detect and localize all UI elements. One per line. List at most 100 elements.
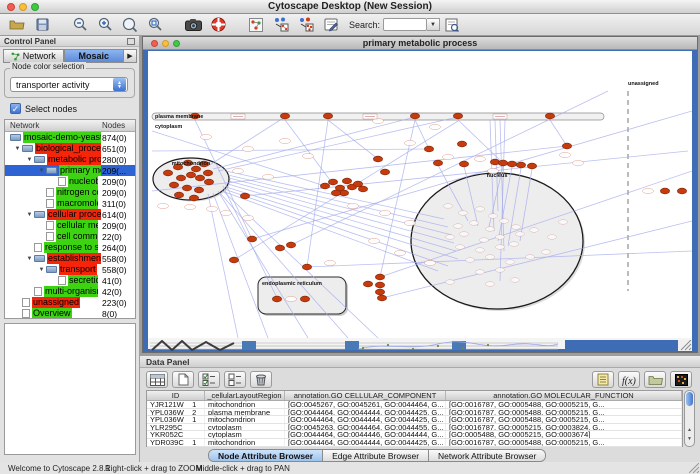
scroll-down-arrow[interactable]: ▼ [686, 436, 693, 442]
tab-edge-attribute-browser[interactable]: Edge Attribute Browser [323, 450, 429, 461]
tree-row-response-to-stimulu[interactable]: response to stimulu264(0) [5, 242, 135, 253]
data-panel-header: Data Panel [140, 356, 700, 368]
search-input[interactable] [383, 18, 427, 31]
new-attribute-button[interactable] [172, 371, 194, 388]
graph-node [375, 282, 384, 288]
scroll-up-arrow[interactable]: ▲ [686, 427, 693, 433]
table-row-YPL036W__1[interactable]: YPL036W__1mitochondrion[GO:0044464, GO:0… [147, 416, 682, 424]
app-resize-grip[interactable] [689, 463, 699, 473]
attribute-matrix-button[interactable] [670, 371, 692, 388]
tab-node-attribute-browser[interactable]: Node Attribute Browser [209, 450, 323, 461]
open-session-button[interactable] [6, 15, 28, 34]
column-header-0[interactable]: ID [147, 391, 205, 400]
zoom-out-button[interactable] [69, 15, 91, 34]
tree-row-biological-process[interactable]: ▼biological_process651(0) [5, 143, 135, 154]
import-attributes-button[interactable] [644, 371, 666, 388]
table-vertical-scrollbar[interactable]: ▲ ▼ [684, 390, 695, 447]
matrix-icon [675, 374, 688, 386]
tree-row-cellular-process[interactable]: ▼cellular process614(0) [5, 209, 135, 220]
tree-expander-icon[interactable]: ▼ [25, 157, 34, 163]
tree-row-label: response to stimulu [44, 242, 98, 253]
tree-row-unassigned[interactable]: unassigned223(0) [5, 297, 135, 308]
float-panel-icon[interactable] [127, 38, 135, 45]
graph-node [302, 264, 311, 270]
tree-row-label: cell communicat [56, 231, 98, 242]
status-bar: Welcome to Cytoscape 2.8.1 Right-click +… [0, 462, 700, 474]
data-panel: Data Panel f(x) ID_cellula [140, 356, 700, 462]
network-canvas[interactable]: plasma membranecytoplasmunassignedmitoch… [148, 51, 692, 338]
select-nodes-checkbox[interactable]: ✓ [10, 103, 21, 114]
table-row-YPL036W__2[interactable]: YPL036W__2plasma membrane[GO:0044464, GO… [147, 409, 682, 417]
delete-attribute-button[interactable] [250, 371, 272, 388]
tab-overflow-button[interactable]: ▶ [124, 49, 137, 63]
column-header-1[interactable]: _cellularLayoutRegion [205, 391, 285, 400]
tree-row-transport[interactable]: ▼transport558(0) [5, 264, 135, 275]
render-artifact-strip [148, 338, 692, 349]
network-overview-icon [249, 18, 263, 32]
attribute-list-button[interactable] [592, 371, 614, 388]
select-attributes-button[interactable] [198, 371, 220, 388]
scrollbar-thumb[interactable] [686, 392, 693, 406]
column-header-2[interactable]: annotation.GO CELLULAR_COMPONENT [285, 391, 446, 400]
data-panel-title: Data Panel [146, 357, 189, 367]
unselect-attributes-button[interactable] [224, 371, 246, 388]
tree-row-cellular-metabol[interactable]: cellular metabol209(0) [5, 220, 135, 231]
tree-row-cell-communicat[interactable]: cell communicat 22(0) [5, 231, 135, 242]
table-cell: YDR039C__1 [147, 439, 205, 446]
search-dropdown-arrow[interactable]: ▼ [427, 18, 440, 31]
tree-row-primary-metabo[interactable]: ▼primary metabo209(... [5, 165, 135, 176]
tree-expander-icon[interactable]: ▼ [37, 267, 46, 273]
snapshot-button[interactable] [182, 15, 204, 34]
layout-blue-button[interactable] [270, 15, 292, 34]
graph-node [182, 185, 191, 191]
document-icon [22, 309, 30, 318]
table-row-YLR295C[interactable]: YLR295Ccytoplasm[GO:0045263, GO:0044464,… [147, 424, 682, 432]
tree-row-mosaic-demo-yeast[interactable]: mosaic-demo-yeast874(0) [5, 132, 135, 143]
layout-red-button[interactable] [295, 15, 317, 34]
tab-mosaic[interactable]: Mosaic [64, 49, 125, 63]
tree-row-node-count: 209(0) [102, 188, 127, 198]
tree-row-nitrogen-compo[interactable]: nitrogen compo209(0) [5, 187, 135, 198]
node-color-dropdown-value: transporter activity [11, 80, 113, 90]
tree-column-headers[interactable]: Network Nodes [5, 120, 135, 132]
attribute-browser-tabs: Node Attribute BrowserEdge Attribute Bro… [208, 449, 546, 462]
layout-network-red-icon [298, 17, 314, 32]
tree-expander-icon[interactable]: ▼ [25, 212, 34, 218]
formula-builder-button[interactable]: f(x) [618, 371, 640, 388]
column-header-3[interactable]: annotation.GO MOLECULAR_FUNCTION [446, 391, 682, 400]
tree-row-nucleobase-[interactable]: nucleobase-209(0) [5, 176, 135, 187]
tab-network[interactable]: Network [3, 49, 64, 63]
graph-node [280, 113, 289, 119]
tree-row-multi-organism-pro[interactable]: multi-organism pro42(0) [5, 286, 135, 297]
tree-row-establishment-of-lo[interactable]: ▼establishment of lo558(0) [5, 253, 135, 264]
save-session-button[interactable] [31, 15, 53, 34]
tree-expander-icon[interactable]: ▼ [25, 256, 34, 262]
table-row-YKR052C[interactable]: YKR052Ccytoplasm[GO:0044464, GO:0044446,… [147, 431, 682, 439]
zoom-in-button[interactable] [94, 15, 116, 34]
node-color-dropdown[interactable]: transporter activity ▲▼ [10, 77, 128, 92]
tree-row-node-count: 22(0) [102, 232, 122, 242]
tree-row-node-count: 223(0) [102, 298, 127, 308]
tree-row-overview[interactable]: Overview8(0) [5, 308, 135, 319]
zoom-fit-button[interactable] [144, 15, 166, 34]
attribute-table-header[interactable]: ID_cellularLayoutRegionannotation.GO CEL… [147, 391, 682, 401]
table-row-YDR039C__1[interactable]: YDR039C__1mitochondrion[GO:0044464, GO:0… [147, 439, 682, 447]
tree-row-metabolic-process[interactable]: ▼metabolic process280(0) [5, 154, 135, 165]
network-window-titlebar[interactable]: primary metabolic process [143, 37, 697, 50]
tree-header-nodes: Nodes [102, 121, 125, 130]
select-all-attributes-button[interactable] [146, 371, 168, 388]
zoom-selected-button[interactable] [119, 15, 141, 34]
annotation-button[interactable] [320, 15, 342, 34]
tree-row-secretion[interactable]: secretion41(0) [5, 275, 135, 286]
network-overview-button[interactable] [245, 15, 267, 34]
tree-expander-icon[interactable]: ▼ [13, 146, 22, 152]
tree-expander-icon[interactable]: ▼ [37, 168, 46, 174]
tab-network-attribute-browser[interactable]: Network Attribute Browser [429, 450, 545, 461]
graph-node [358, 186, 367, 192]
table-row-YJR121W__1[interactable]: YJR121W__1mitochondrion[GO:0045267, GO:0… [147, 401, 682, 409]
tree-row-node-count: 558(0) [102, 265, 127, 275]
tree-row-label: establishment of lo [47, 253, 101, 264]
search-options-button[interactable] [443, 15, 461, 34]
help-button[interactable] [207, 15, 229, 34]
tree-row-macromolecule[interactable]: macromolecule311(0) [5, 198, 135, 209]
